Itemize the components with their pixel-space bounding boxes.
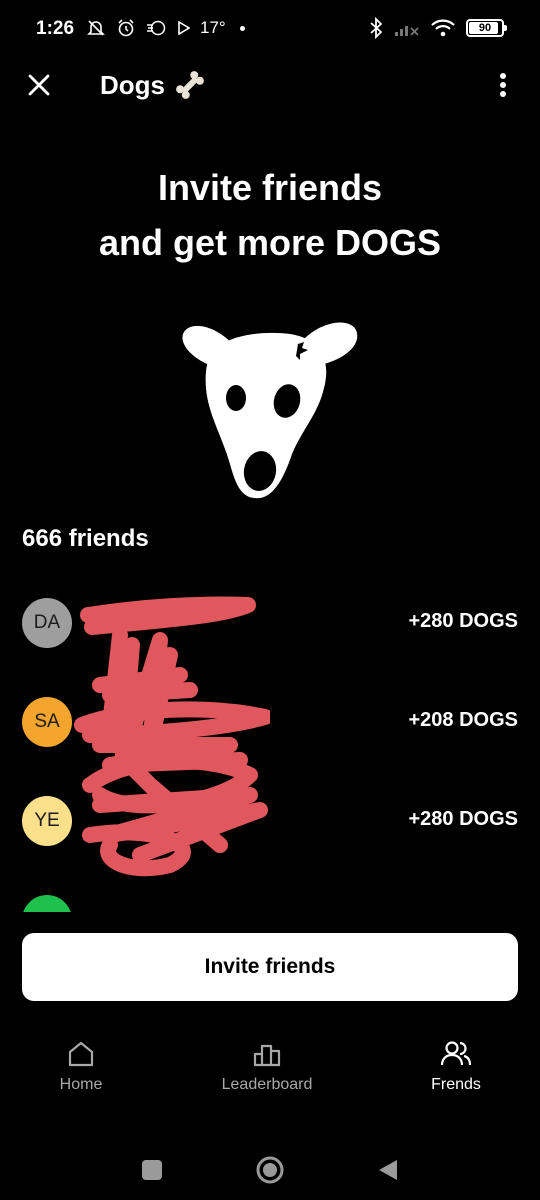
- app-title-text: Dogs: [100, 69, 165, 100]
- more-vertical-icon: [500, 73, 506, 97]
- friends-list: DA +280 DOGS SA +208 DOGS YE +280 DOGS: [0, 590, 540, 912]
- sync-icon: [147, 20, 166, 36]
- bone-icon: [176, 71, 204, 99]
- bottom-nav: Home Leaderboard Frends: [0, 1030, 540, 1110]
- recent-apps-button[interactable]: [132, 1150, 172, 1190]
- status-bar: 1:26 17° 90: [0, 0, 540, 60]
- friend-reward: +208 DOGS: [408, 709, 518, 731]
- nav-home-label: Home: [59, 1076, 103, 1093]
- home-circle-icon: [256, 1156, 284, 1184]
- app-header: Dogs: [0, 60, 540, 110]
- back-icon: [379, 1160, 397, 1180]
- leaderboard-icon: [253, 1044, 281, 1067]
- nav-leaderboard[interactable]: Leaderboard: [192, 1030, 342, 1110]
- avatar: DA: [22, 598, 72, 648]
- friend-row[interactable]: SA +208 DOGS: [0, 689, 540, 755]
- more-menu-button[interactable]: [486, 68, 520, 102]
- home-icon: [68, 1041, 94, 1067]
- battery-level: 90: [478, 22, 492, 34]
- friends-icon: [440, 1041, 472, 1066]
- nav-leaderboard-label: Leaderboard: [221, 1076, 313, 1093]
- app-title: Dogs: [100, 68, 207, 102]
- status-icons-left: 17°: [86, 18, 245, 38]
- bluetooth-icon: [370, 17, 383, 39]
- alarm-icon: [118, 19, 134, 37]
- app-screen: 1:26 17° 90 Dogs Invite friends and get …: [0, 0, 540, 1200]
- system-home-button[interactable]: [250, 1150, 290, 1190]
- hero-title: Invite friends and get more DOGS: [0, 160, 540, 270]
- close-icon: [28, 74, 50, 96]
- wifi-icon: [431, 19, 455, 37]
- play-icon: [178, 21, 190, 35]
- close-button[interactable]: [22, 68, 56, 102]
- back-button[interactable]: [368, 1150, 408, 1190]
- nav-friends[interactable]: Frends: [381, 1030, 531, 1110]
- hero-title-line2: and get more DOGS: [98, 222, 442, 263]
- friend-row[interactable]: DA +280 DOGS: [0, 590, 540, 656]
- status-icons-right: 90: [368, 17, 507, 39]
- status-temperature: 17°: [200, 18, 226, 37]
- friend-reward: +280 DOGS: [408, 808, 518, 830]
- signal-icon: [395, 26, 419, 36]
- notification-dot-icon: [239, 25, 245, 31]
- avatar: YE: [22, 796, 72, 846]
- dog-face-logo: [182, 322, 358, 499]
- hero-title-line1: Invite friends: [157, 167, 383, 208]
- friend-row[interactable]: [0, 887, 540, 912]
- avatar: [22, 895, 72, 912]
- recent-apps-icon: [142, 1160, 162, 1180]
- avatar-initials: DA: [33, 612, 61, 633]
- friends-count: 666 friends: [22, 525, 149, 552]
- friend-row[interactable]: YE +280 DOGS: [0, 788, 540, 854]
- invite-friends-button[interactable]: Invite friends: [22, 933, 518, 1001]
- bell-off-icon: [87, 20, 105, 36]
- system-nav-bar: [0, 1140, 540, 1200]
- nav-friends-label: Frends: [431, 1076, 481, 1093]
- battery-icon: 90: [466, 19, 507, 37]
- avatar-initials: YE: [34, 810, 60, 831]
- avatar-initials: SA: [34, 711, 60, 732]
- status-time: 1:26: [36, 18, 75, 39]
- avatar: SA: [22, 697, 72, 747]
- nav-home[interactable]: Home: [6, 1030, 156, 1110]
- friend-reward: +280 DOGS: [408, 610, 518, 632]
